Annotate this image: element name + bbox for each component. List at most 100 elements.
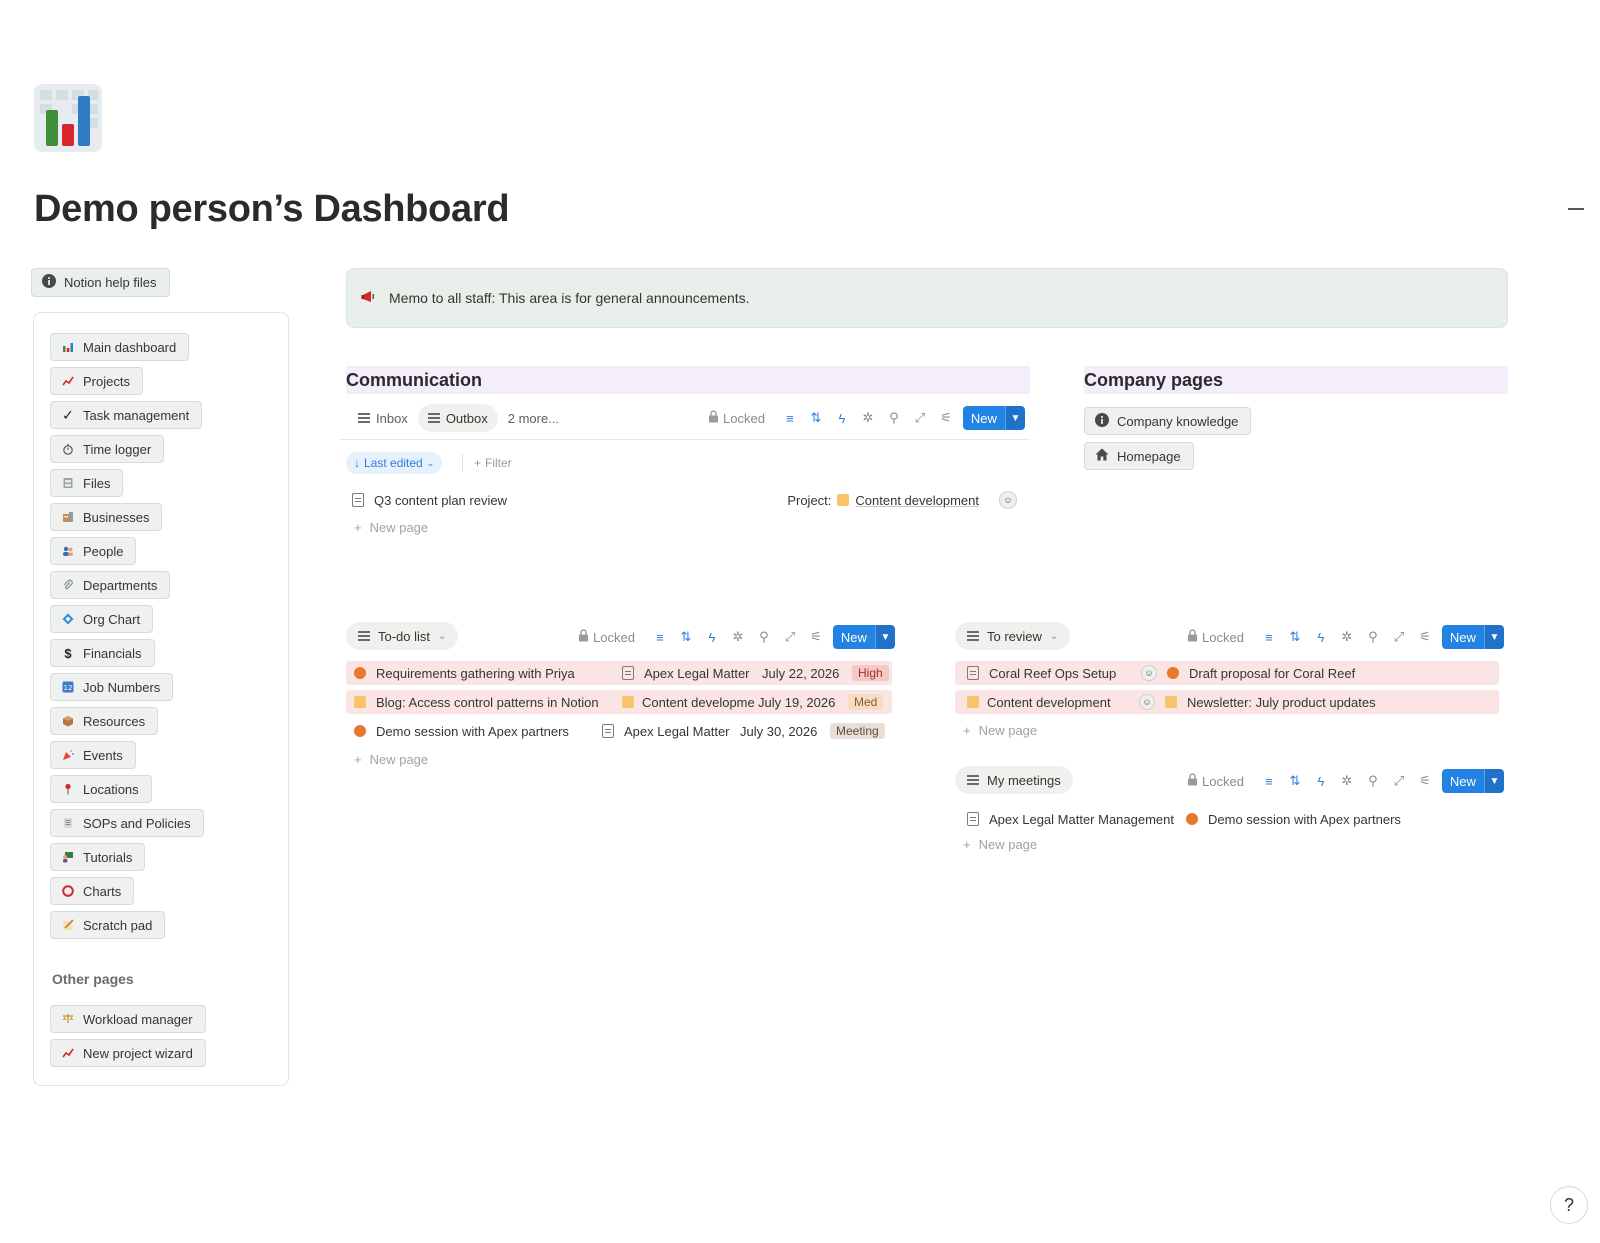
automation-icon[interactable]: ϟ: [1312, 628, 1330, 646]
page-icon[interactable]: [34, 84, 102, 152]
tab-inbox[interactable]: Inbox: [348, 404, 418, 432]
new-page-button[interactable]: + New page: [963, 837, 1037, 852]
table-row[interactable]: Blog: Access control patterns in Notion …: [346, 690, 892, 714]
ai-sparkle-icon[interactable]: ✲: [859, 409, 877, 427]
new-page-button[interactable]: + New page: [354, 520, 428, 535]
table-row[interactable]: Requirements gathering with Priya Apex L…: [346, 661, 892, 685]
nav-businesses[interactable]: Businesses: [50, 503, 163, 531]
filter-icon[interactable]: ≡: [1260, 628, 1278, 646]
nav-resources[interactable]: Resources: [50, 707, 159, 735]
nav-time-logger[interactable]: Time logger: [50, 435, 165, 463]
task-project[interactable]: Content developme: [642, 695, 758, 710]
ai-sparkle-icon[interactable]: ✲: [1338, 628, 1356, 646]
review-task[interactable]: Draft proposal for Coral Reef: [1189, 666, 1355, 681]
expand-icon[interactable]: ⤢: [781, 628, 799, 646]
new-page-button[interactable]: + New page: [963, 723, 1037, 738]
help-assistant-button[interactable]: ?: [1550, 1186, 1588, 1224]
table-row[interactable]: Apex Legal Matter Management Demo sessio…: [955, 807, 1499, 831]
nav-departments[interactable]: Departments: [50, 571, 171, 599]
nav-people[interactable]: People: [50, 537, 137, 565]
settings-sliders-icon[interactable]: ⚟: [1416, 772, 1434, 790]
expand-icon[interactable]: ⤢: [1390, 772, 1408, 790]
chevron-down-icon[interactable]: ▼: [1004, 406, 1025, 430]
new-label[interactable]: New: [832, 625, 875, 649]
new-button[interactable]: New ▼: [832, 625, 895, 649]
nav-scratch-pad[interactable]: Scratch pad: [50, 911, 166, 939]
filter-icon[interactable]: ≡: [781, 409, 799, 427]
table-row[interactable]: Coral Reef Ops Setup ☺ Draft proposal fo…: [955, 661, 1499, 685]
automation-icon[interactable]: ϟ: [703, 628, 721, 646]
locked-indicator[interactable]: Locked: [708, 410, 765, 426]
search-icon[interactable]: ⚲: [885, 409, 903, 427]
chevron-down-icon[interactable]: ▼: [874, 625, 895, 649]
outline-toggle-icon[interactable]: [1568, 208, 1584, 210]
settings-sliders-icon[interactable]: ⚟: [937, 409, 955, 427]
company-knowledge-button[interactable]: Company knowledge: [1084, 407, 1252, 435]
new-label[interactable]: New: [1441, 625, 1484, 649]
table-row[interactable]: Demo session with Apex partners Apex Leg…: [346, 719, 892, 743]
settings-sliders-icon[interactable]: ⚟: [807, 628, 825, 646]
nav-org-chart[interactable]: Org Chart: [50, 605, 154, 633]
filter-icon[interactable]: ≡: [651, 628, 669, 646]
tab-outbox[interactable]: Outbox: [417, 404, 498, 432]
nav-new-project-wizard[interactable]: New project wizard: [50, 1039, 206, 1067]
search-icon[interactable]: ⚲: [755, 628, 773, 646]
list-item[interactable]: Q3 content plan review Project: Content …: [352, 491, 1017, 509]
sort-icon[interactable]: ⇅: [1286, 628, 1304, 646]
add-filter-button[interactable]: + Filter: [474, 452, 512, 474]
task-project[interactable]: Apex Legal Matter: [624, 724, 740, 739]
nav-charts[interactable]: Charts: [50, 877, 135, 905]
chevron-down-icon[interactable]: ▼: [1483, 625, 1504, 649]
avatar[interactable]: ☺: [1139, 694, 1155, 710]
sort-icon[interactable]: ⇅: [1286, 772, 1304, 790]
chevron-down-icon[interactable]: ▼: [1483, 769, 1504, 793]
sort-icon[interactable]: ⇅: [807, 409, 825, 427]
meetings-view-selector[interactable]: My meetings: [955, 766, 1073, 794]
nav-main-dashboard[interactable]: Main dashboard: [50, 333, 190, 361]
project-link[interactable]: Content development: [855, 493, 979, 508]
todo-view-selector[interactable]: To-do list ⌄: [346, 622, 459, 650]
nav-locations[interactable]: Locations: [50, 775, 152, 803]
expand-icon[interactable]: ⤢: [911, 409, 929, 427]
filter-icon[interactable]: ≡: [1260, 772, 1278, 790]
nav-files[interactable]: Files: [50, 469, 124, 497]
automation-icon[interactable]: ϟ: [833, 409, 851, 427]
tab-more-views[interactable]: 2 more...: [498, 404, 569, 432]
new-label[interactable]: New: [962, 406, 1005, 430]
sort-last-edited-pill[interactable]: ↓ Last edited ⌄: [346, 452, 443, 474]
nav-financials[interactable]: $ Financials: [50, 639, 155, 667]
nav-tutorials[interactable]: Tutorials: [50, 843, 146, 871]
meeting-project[interactable]: Apex Legal Matter Management: [989, 812, 1174, 827]
new-page-button[interactable]: + New page: [354, 752, 428, 767]
automation-icon[interactable]: ϟ: [1312, 772, 1330, 790]
locked-indicator[interactable]: Locked: [1187, 773, 1244, 789]
review-view-selector[interactable]: To review ⌄: [955, 622, 1071, 650]
locked-indicator[interactable]: Locked: [1187, 629, 1244, 645]
new-button[interactable]: New ▼: [1441, 769, 1504, 793]
avatar[interactable]: ☺: [1141, 665, 1157, 681]
settings-sliders-icon[interactable]: ⚟: [1416, 628, 1434, 646]
ai-sparkle-icon[interactable]: ✲: [729, 628, 747, 646]
nav-job-numbers[interactable]: 12 Job Numbers: [50, 673, 174, 701]
new-label[interactable]: New: [1441, 769, 1484, 793]
locked-indicator[interactable]: Locked: [578, 629, 635, 645]
expand-icon[interactable]: ⤢: [1390, 628, 1408, 646]
nav-sops-and-policies[interactable]: SOPs and Policies: [50, 809, 204, 837]
search-icon[interactable]: ⚲: [1364, 628, 1382, 646]
nav-events[interactable]: Events: [50, 741, 136, 769]
new-button[interactable]: New ▼: [1441, 625, 1504, 649]
ai-sparkle-icon[interactable]: ✲: [1338, 772, 1356, 790]
table-row[interactable]: Content development ☺ Newsletter: July p…: [955, 690, 1499, 714]
sort-icon[interactable]: ⇅: [677, 628, 695, 646]
avatar[interactable]: ☺: [999, 491, 1017, 509]
new-button[interactable]: New ▼: [962, 406, 1025, 430]
meeting-task[interactable]: Demo session with Apex partners: [1208, 812, 1401, 827]
notion-help-files-button[interactable]: Notion help files: [31, 268, 170, 297]
search-icon[interactable]: ⚲: [1364, 772, 1382, 790]
nav-workload-manager[interactable]: Workload manager: [50, 1005, 206, 1033]
nav-projects[interactable]: Projects: [50, 367, 143, 395]
review-task[interactable]: Newsletter: July product updates: [1187, 695, 1376, 710]
nav-task-management[interactable]: ✓ Task management: [50, 401, 203, 429]
homepage-button[interactable]: Homepage: [1084, 442, 1194, 470]
task-project[interactable]: Apex Legal Matter: [644, 666, 762, 681]
